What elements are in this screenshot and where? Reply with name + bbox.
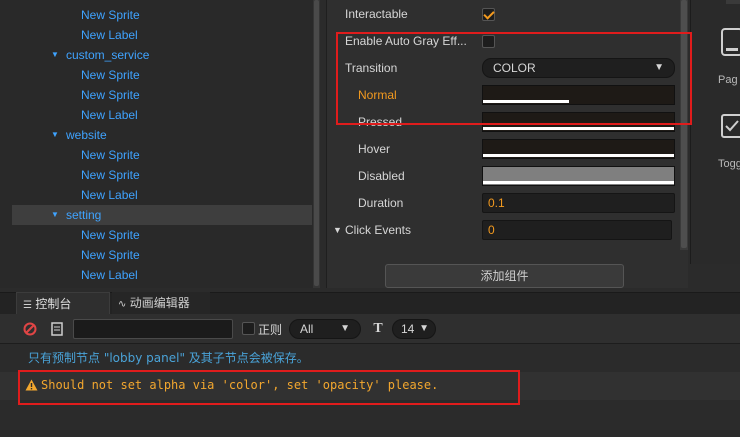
duration-input[interactable]: 0.1 <box>482 193 675 213</box>
tree-item-label: website <box>66 128 107 142</box>
interactable-checkbox[interactable] <box>482 8 495 21</box>
tab-console-label: 控制台 <box>35 297 72 311</box>
tree-item-label: New Label <box>81 268 138 282</box>
tree-item-label: New Label <box>81 188 138 202</box>
add-component-button[interactable]: 添加组件 <box>385 264 624 288</box>
tree-item-label: New Sprite <box>81 68 140 82</box>
tree-item-label: New Sprite <box>81 88 140 102</box>
hover-alpha-bar <box>483 154 674 157</box>
chevron-down-icon: ▼ <box>419 323 429 334</box>
tree-item[interactable]: ▼ custom_service <box>12 45 312 65</box>
pageview-icon[interactable] <box>721 28 740 56</box>
tree-item[interactable]: New Sprite <box>12 225 312 245</box>
font-size-select[interactable]: 14 ▼ <box>392 319 436 339</box>
tree-expand-icon[interactable]: ▼ <box>51 125 59 145</box>
tree-item[interactable]: ▼ website <box>12 125 312 145</box>
tree-item[interactable]: New Label <box>12 25 312 45</box>
tab-console[interactable]: ☰ 控制台 <box>16 292 110 314</box>
disabled-alpha-bar <box>483 181 674 184</box>
tree-item[interactable]: New Sprite <box>12 65 312 85</box>
log-level-select[interactable]: All ▼ <box>289 319 361 339</box>
tree-item-label: New Sprite <box>81 228 140 242</box>
click-events-label: Click Events <box>345 223 412 237</box>
log-level-value: All <box>300 322 314 336</box>
tree-item-label: custom_service <box>66 48 150 62</box>
tree-expand-icon[interactable]: ▼ <box>51 45 59 65</box>
library-top-item <box>726 0 740 4</box>
disabled-label: Disabled <box>358 169 405 183</box>
info-log-message: 只有预制节点 "lobby panel" 及其子节点会被保存。 <box>28 351 309 365</box>
highlight-box-warning <box>18 370 520 405</box>
tree-item-label: New Label <box>81 28 138 42</box>
tab-animation-editor[interactable]: ∿ 动画编辑器 <box>112 292 210 314</box>
font-size-value: 14 <box>401 322 415 336</box>
hierarchy-panel: New Sprite New Label ▼ custom_service New Sp… <box>0 0 320 288</box>
tree-item-label: New Sprite <box>81 248 140 262</box>
tree-item[interactable]: ▼ setting <box>12 205 312 225</box>
tree-item[interactable]: New Label <box>12 105 312 125</box>
tree-item-label: setting <box>66 208 102 222</box>
widget-library-panel: Pag Togg <box>690 0 740 264</box>
hierarchy-scrollbar-thumb[interactable] <box>314 0 319 286</box>
tree-item[interactable]: New Sprite <box>12 245 312 265</box>
console-icon: ☰ <box>23 300 32 311</box>
hover-label: Hover <box>358 142 391 156</box>
tree-item-label: New Sprite <box>81 148 140 162</box>
tree-item[interactable]: New Label <box>12 185 312 205</box>
tree-item[interactable]: New Sprite <box>12 85 312 105</box>
tree-item[interactable]: New Sprite <box>12 165 312 185</box>
console-tab-bar <box>0 292 740 314</box>
pressed-alpha-bar <box>483 127 674 130</box>
chevron-down-icon: ▼ <box>340 323 350 334</box>
tree-item-label: New Sprite <box>81 168 140 182</box>
animation-icon: ∿ <box>118 299 127 310</box>
highlight-box-inspector <box>336 32 692 125</box>
click-events-expand-icon[interactable]: ▼ <box>333 220 342 240</box>
tree-item[interactable]: New Label <box>12 265 312 285</box>
open-log-file-icon[interactable] <box>47 319 67 339</box>
font-size-icon: T <box>373 321 383 336</box>
interactable-label: Interactable <box>345 7 408 21</box>
toggle-icon[interactable] <box>721 114 740 138</box>
duration-label: Duration <box>358 196 404 210</box>
tab-animation-label: 动画编辑器 <box>129 296 190 310</box>
tree-item[interactable]: New Sprite <box>12 145 312 165</box>
regex-checkbox[interactable] <box>242 322 255 335</box>
tree-item[interactable]: New Sprite <box>12 5 312 25</box>
click-events-count-input[interactable]: 0 <box>482 220 672 240</box>
regex-label: 正则 <box>258 323 283 337</box>
toggle-label: Togg <box>718 158 740 170</box>
disabled-color-field[interactable] <box>482 166 675 186</box>
tree-item-label: New Label <box>81 108 138 122</box>
tree-item-label: New Sprite <box>81 8 140 22</box>
hover-color-field[interactable] <box>482 139 675 159</box>
tree-expand-icon[interactable]: ▼ <box>51 205 59 225</box>
clear-console-icon[interactable] <box>20 319 40 339</box>
pageview-label: Pag <box>718 74 738 86</box>
console-search-input[interactable] <box>73 319 233 339</box>
